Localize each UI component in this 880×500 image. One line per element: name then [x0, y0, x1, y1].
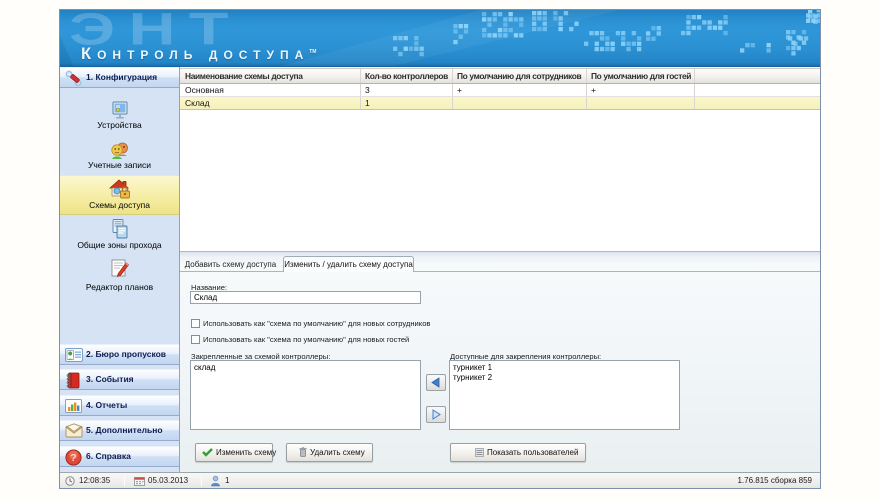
svg-text:?: ?	[70, 452, 76, 464]
